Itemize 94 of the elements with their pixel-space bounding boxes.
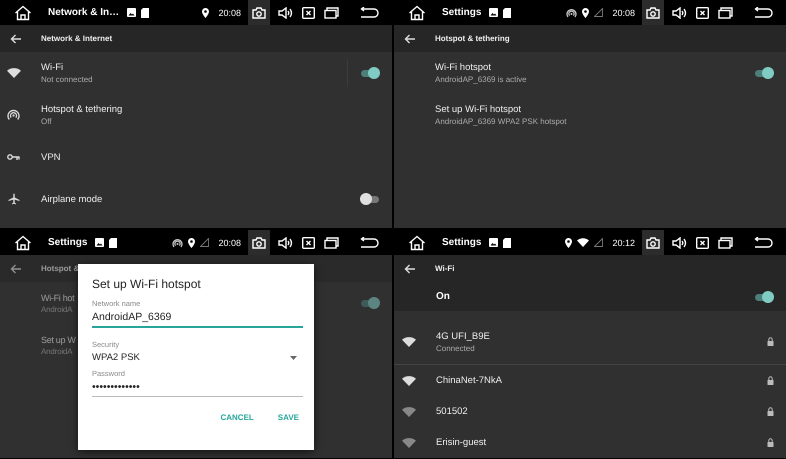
close-icon[interactable] [696,6,709,18]
sd-card-icon [503,8,512,18]
airplane-icon [8,193,20,205]
dialog-title: Set up Wi-Fi hotspot [92,277,202,291]
network-name[interactable]: 501502 [436,406,468,417]
home-icon[interactable] [408,234,426,250]
setting-title[interactable]: Airplane mode [41,194,102,204]
input-field[interactable]: ••••••••••••• [92,381,303,397]
location-icon [202,8,210,18]
setting-title[interactable]: Set up W [41,334,76,344]
signal-icon [594,238,604,247]
wifi-icon [6,68,20,78]
volume-icon[interactable] [672,6,687,18]
setting-title[interactable]: Wi-Fi [41,62,64,73]
recents-icon[interactable] [718,6,733,18]
close-icon[interactable] [696,236,709,248]
setting-title[interactable]: Wi-Fi hotspot [435,62,491,73]
setting-title[interactable]: Wi-Fi hot [41,292,74,302]
volume-icon[interactable] [278,236,293,248]
page-title: Hotspot & tethering [435,34,510,43]
volume-icon[interactable] [672,236,687,248]
setting-title[interactable]: Hotspot & tethering [41,104,122,115]
clock: 20:08 [218,238,241,248]
image-icon [127,8,136,17]
hotspot-icon [7,109,20,121]
back-arrow-icon[interactable] [10,34,22,44]
toggle-switch[interactable] [360,67,380,79]
recents-icon[interactable] [718,236,733,248]
page-title: Wi-Fi [435,264,454,273]
back-icon[interactable] [360,236,380,248]
clock: 20:12 [612,238,635,248]
back-icon[interactable] [754,236,774,248]
clock: 20:08 [218,8,241,18]
sd-card-icon [503,238,512,248]
wifi-weak-icon [402,438,416,448]
toggle-switch[interactable] [754,290,774,302]
image-icon [95,238,104,247]
location-icon [565,238,572,248]
close-icon[interactable] [302,236,315,248]
back-arrow-icon[interactable] [404,264,416,274]
clock: 20:08 [612,8,635,18]
close-icon[interactable] [302,6,315,18]
hotspot-icon [172,238,184,248]
sd-card-icon [109,238,118,248]
wifi-weak-icon [402,406,416,416]
page-title: Network & Internet [41,34,112,43]
location-icon [582,8,590,18]
network-status: Connected [436,344,475,352]
home-icon[interactable] [408,4,426,20]
back-icon[interactable] [360,6,380,18]
app-title: Network & In… [48,7,120,18]
setting-summary: AndroidAP_6369 is active [435,75,527,84]
hotspot-icon [566,8,578,18]
security-dropdown[interactable]: WPA2 PSK [92,352,303,363]
home-icon[interactable] [14,4,32,20]
network-name[interactable]: 4G UFI_B9E [436,330,490,342]
location-icon [188,238,196,248]
network-name[interactable]: Erisin-guest [436,437,486,448]
sd-card-icon [141,8,150,18]
key-icon [7,153,20,161]
wifi-icon [577,238,590,247]
camera-icon[interactable] [642,230,664,255]
back-arrow-icon[interactable] [10,264,22,274]
input-field[interactable]: AndroidAP_6369 [92,311,303,328]
setting-summary: Off [41,117,52,126]
wifi-icon [402,336,416,346]
signal-icon [594,8,604,17]
toggle-switch[interactable] [360,193,380,205]
image-icon [489,238,498,247]
home-icon[interactable] [14,234,32,250]
camera-icon[interactable] [248,230,270,255]
setting-summary: Not connected [41,75,93,84]
toggle-switch[interactable] [754,67,774,79]
setting-title[interactable]: VPN [41,152,61,162]
setting-summary: AndroidAP_6369 WPA2 PSK hotspot [435,117,566,126]
setting-title[interactable]: Set up Wi-Fi hotspot [435,104,522,115]
back-arrow-icon[interactable] [404,34,416,44]
volume-icon[interactable] [278,6,293,18]
recents-icon[interactable] [324,6,339,18]
camera-icon[interactable] [248,0,270,25]
wifi-icon [402,376,416,386]
camera-icon[interactable] [642,0,664,25]
switch-label: On [436,291,450,302]
recents-icon[interactable] [324,236,339,248]
caret-icon [290,356,297,360]
network-name[interactable]: ChinaNet-7NkA [436,375,502,386]
image-icon [489,8,498,17]
signal-icon [200,238,210,247]
app-title: Settings [442,237,482,248]
setting-summary: AndroidA [41,304,72,314]
app-title: Settings [48,237,88,248]
app-title: Settings [442,7,482,18]
setting-summary: AndroidA [41,346,72,356]
back-icon[interactable] [754,6,774,18]
